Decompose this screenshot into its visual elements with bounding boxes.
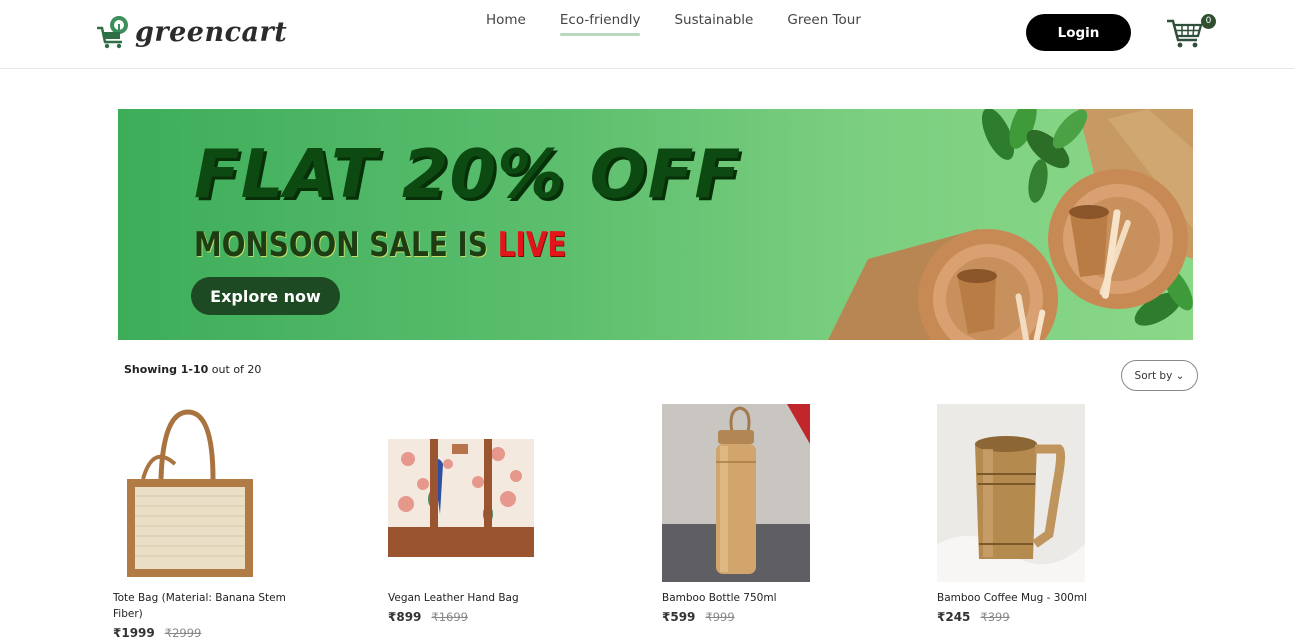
banner-headline: FLAT 20% OFF [194, 135, 742, 213]
explore-now-button[interactable]: Explore now [191, 277, 340, 315]
results-count: Showing 1-10 out of 20 [124, 363, 261, 376]
product-old-price: ₹999 [705, 610, 735, 624]
results-count-suffix: out of 20 [208, 363, 262, 376]
product-prices: ₹1999 ₹2999 [113, 626, 303, 640]
product-card[interactable]: Tote Bag (Material: Banana Stem Fiber) ₹… [113, 404, 303, 640]
brand-logo[interactable]: greencart [95, 14, 287, 50]
cart-count-badge: 0 [1201, 14, 1216, 29]
sort-by-dropdown[interactable]: Sort by ⌄ [1121, 360, 1198, 391]
product-image-bamboo-bottle[interactable] [662, 404, 810, 582]
product-name[interactable]: Bamboo Bottle 750ml [662, 590, 852, 606]
product-price: ₹1999 [113, 626, 155, 640]
product-name[interactable]: Bamboo Coffee Mug - 300ml [937, 590, 1127, 606]
product-price: ₹245 [937, 610, 971, 624]
product-card[interactable]: Bamboo Bottle 750ml ₹599 ₹999 [662, 404, 852, 624]
product-price: ₹599 [662, 610, 696, 624]
product-old-price: ₹399 [980, 610, 1010, 624]
product-name[interactable]: Tote Bag (Material: Banana Stem Fiber) [113, 590, 303, 622]
product-prices: ₹599 ₹999 [662, 610, 852, 624]
product-old-price: ₹2999 [164, 626, 202, 640]
promo-banner[interactable]: FLAT 20% OFF MONSOON SALE IS LIVE Explor… [118, 109, 1193, 340]
brand-name: greencart [135, 16, 288, 48]
product-prices: ₹245 ₹399 [937, 610, 1127, 624]
product-price: ₹899 [388, 610, 422, 624]
nav-item-home[interactable]: Home [486, 12, 526, 32]
nav-item-eco-friendly[interactable]: Eco-friendly [559, 12, 640, 36]
chevron-down-icon: ⌄ [1175, 369, 1185, 382]
results-range: 1-10 [180, 363, 209, 376]
sort-label: Sort by [1134, 369, 1173, 382]
cart-button[interactable]: 0 [1166, 14, 1218, 50]
product-image-bamboo-mug[interactable] [937, 404, 1085, 582]
banner-subline-prefix: MONSOON SALE IS [194, 225, 498, 265]
product-old-price: ₹1699 [431, 610, 468, 624]
tree-cart-logo-icon [97, 16, 128, 49]
results-count-prefix: Showing [124, 363, 181, 376]
nav-item-sustainable[interactable]: Sustainable [674, 12, 753, 32]
product-image-tote-bag[interactable] [113, 404, 261, 582]
banner-subline: MONSOON SALE IS LIVE [194, 225, 566, 265]
product-card[interactable]: Bamboo Coffee Mug - 300ml ₹245 ₹399 [937, 404, 1127, 624]
product-prices: ₹899 ₹1699 [388, 610, 578, 624]
login-button[interactable]: Login [1026, 14, 1131, 51]
product-card[interactable]: Vegan Leather Hand Bag ₹899 ₹1699 [388, 404, 578, 624]
banner-live-text: LIVE [497, 225, 567, 265]
eco-tableware-illustration [828, 109, 1193, 340]
product-image-vegan-leather-bag[interactable] [388, 404, 536, 582]
main-nav: Home Eco-friendly Sustainable Green Tour [486, 12, 895, 36]
site-header: greencart Home Eco-friendly Sustainable … [0, 0, 1294, 69]
product-name[interactable]: Vegan Leather Hand Bag [388, 590, 578, 606]
shopping-cart-icon [1167, 19, 1203, 48]
nav-item-green-tour[interactable]: Green Tour [787, 12, 861, 32]
